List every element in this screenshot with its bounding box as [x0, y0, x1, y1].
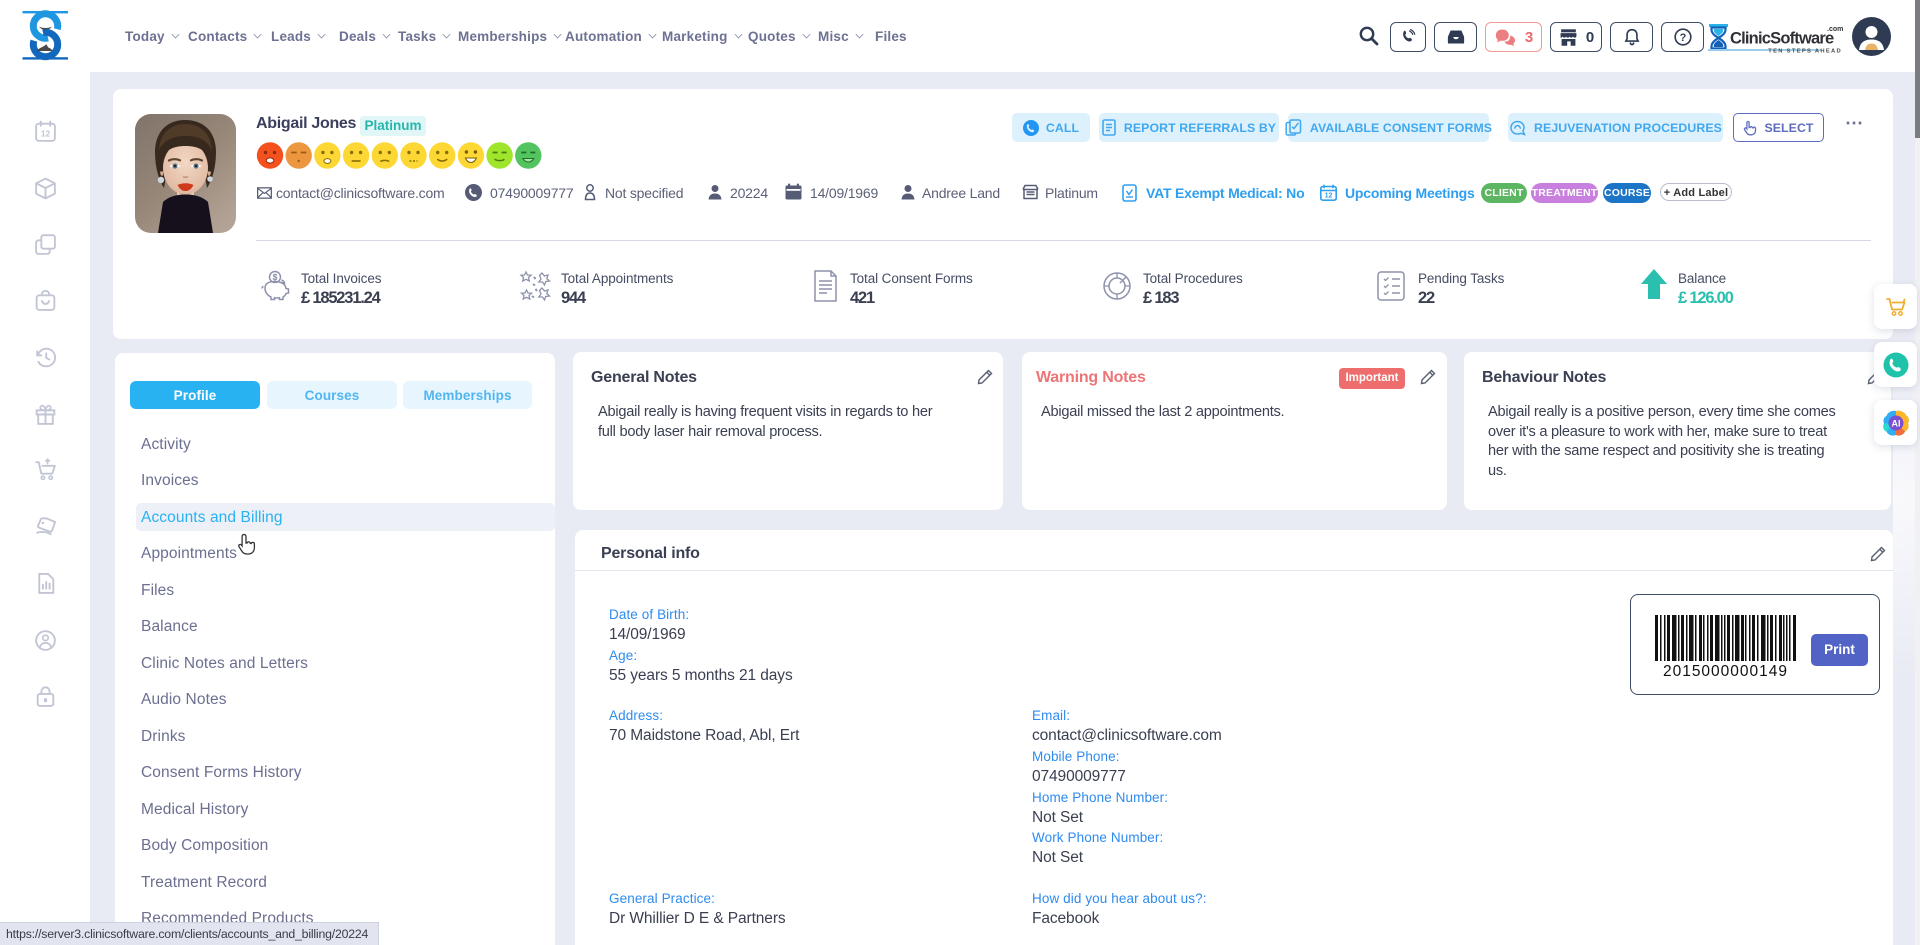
svg-text:AI: AI: [1891, 418, 1900, 428]
svg-text:?: ?: [1679, 32, 1686, 44]
svg-text:.com: .com: [1827, 26, 1843, 33]
svg-text:ClinicSoftware: ClinicSoftware: [1730, 30, 1834, 48]
svg-text:TEN STEPS AHEAD: TEN STEPS AHEAD: [1768, 49, 1842, 54]
svg-text:12: 12: [1325, 193, 1333, 200]
svg-text:$: $: [273, 273, 278, 282]
svg-text:12: 12: [41, 129, 51, 139]
